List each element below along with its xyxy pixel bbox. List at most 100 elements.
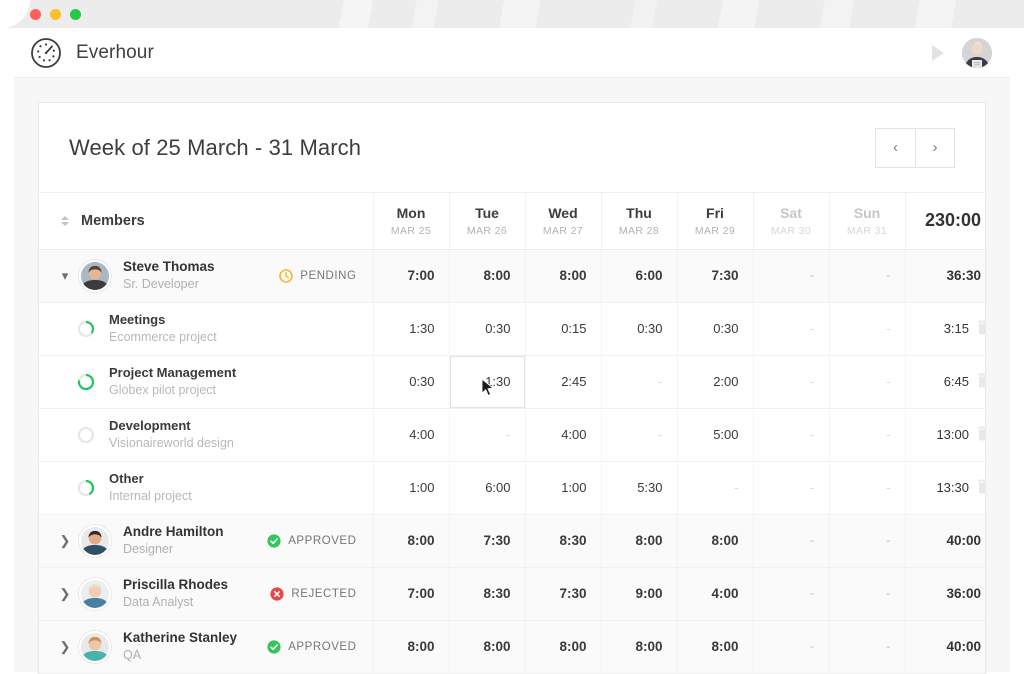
previous-week-button[interactable]: ‹ [875, 127, 915, 168]
time-cell[interactable]: - [828, 514, 905, 568]
time-cell[interactable]: 4:00 [524, 408, 601, 462]
time-cell[interactable]: - [676, 461, 753, 515]
time-cell[interactable]: 7:30 [676, 249, 753, 303]
time-cell[interactable]: 5:00 [676, 408, 753, 462]
time-cell[interactable]: - [828, 620, 905, 674]
time-value: 7:30 [711, 268, 739, 283]
time-cell[interactable]: - [828, 249, 905, 303]
status-badge[interactable]: APPROVED [267, 533, 356, 548]
time-cell[interactable]: 1:00 [372, 461, 449, 515]
brand-logo[interactable]: Everhour [30, 37, 154, 69]
time-cell[interactable]: 2:00 [676, 355, 753, 409]
time-cell[interactable]: 0:30 [372, 355, 449, 409]
task-row[interactable]: Other Internal project 1:00 6:00 1:00 5:30 - - -… [39, 461, 985, 515]
status-badge[interactable]: REJECTED [270, 586, 356, 601]
time-cell[interactable]: 8:00 [448, 620, 525, 674]
member-row[interactable]: ▾ Steve Thomas Sr. Developer PENDING 7:00 8:0… [39, 249, 985, 303]
time-cell[interactable]: 4:00 [372, 408, 449, 462]
time-cell[interactable]: 6:00 [448, 461, 525, 515]
time-cell[interactable]: 0:30 [448, 302, 525, 356]
task-row[interactable]: Meetings Ecommerce project 1:30 0:30 0:15 0:3… [39, 302, 985, 356]
maximize-window-button[interactable] [70, 9, 81, 20]
avatar[interactable] [79, 630, 111, 663]
avatar[interactable] [79, 259, 111, 292]
time-cell[interactable]: - [752, 249, 829, 303]
time-cell[interactable]: - [752, 461, 829, 515]
expand-toggle[interactable]: ▾ [55, 268, 75, 284]
time-cell[interactable]: 8:30 [448, 567, 525, 621]
expand-toggle[interactable]: ❯ [55, 586, 75, 602]
time-cell[interactable]: - [828, 355, 905, 409]
time-cell[interactable]: - [752, 302, 829, 356]
status-badge[interactable]: APPROVED [267, 639, 356, 654]
time-value: - [734, 480, 739, 495]
time-value: 8:30 [559, 533, 587, 548]
time-cell[interactable]: 8:00 [600, 620, 677, 674]
time-cell[interactable]: 8:30 [524, 514, 601, 568]
time-value: 5:30 [637, 480, 663, 495]
time-cell[interactable]: 8:00 [448, 249, 525, 303]
time-cell[interactable]: 8:00 [676, 514, 753, 568]
time-cell[interactable]: - [752, 567, 829, 621]
play-triangle-icon[interactable] [932, 44, 944, 61]
time-cell[interactable]: 7:30 [448, 514, 525, 568]
time-cell[interactable]: 8:00 [372, 514, 449, 568]
card-header: Week of 25 March - 31 March ‹ › [39, 103, 985, 193]
members-column-header[interactable]: Members [39, 193, 373, 250]
time-value: 8:00 [483, 639, 511, 654]
time-cell[interactable]: - [752, 355, 829, 409]
time-cell[interactable]: 8:00 [372, 620, 449, 674]
minimize-window-button[interactable] [50, 9, 61, 20]
time-cell[interactable]: - [600, 355, 677, 409]
avatar[interactable] [962, 37, 992, 68]
time-cell[interactable]: 0:30 [676, 302, 753, 356]
task-row[interactable]: Development Visionaireworld design 4:00 - 4:… [39, 408, 985, 462]
time-cell[interactable]: 0:30 [600, 302, 677, 356]
time-cell[interactable]: 2:45 [524, 355, 601, 409]
member-row[interactable]: ❯ Priscilla Rhodes Data Analyst REJECTED 7:0… [39, 567, 985, 621]
time-cell[interactable]: - [752, 408, 829, 462]
next-week-button[interactable]: › [915, 127, 955, 168]
time-cell[interactable]: 7:00 [372, 249, 449, 303]
time-cell[interactable]: - [828, 408, 905, 462]
time-cell[interactable]: 6:00 [600, 249, 677, 303]
time-cell[interactable]: - [600, 408, 677, 462]
time-cell[interactable]: 5:30 [600, 461, 677, 515]
time-cell[interactable]: - [828, 302, 905, 356]
time-cell[interactable]: 1:00 [524, 461, 601, 515]
trash-icon[interactable] [978, 373, 985, 387]
time-cell[interactable]: - [752, 514, 829, 568]
trash-icon[interactable] [978, 320, 985, 334]
expand-toggle[interactable]: ❯ [55, 533, 75, 549]
sort-updown-icon[interactable] [61, 215, 69, 226]
close-window-button[interactable] [30, 9, 41, 20]
member-row[interactable]: ❯ Katherine Stanley QA APPROVED 8:00 8:00 8:00… [39, 620, 985, 674]
task-row[interactable]: Project Management Globex pilot project 0:… [39, 355, 985, 409]
check-circle-icon [267, 533, 281, 548]
time-cell[interactable]: 1:30 [372, 302, 449, 356]
member-row[interactable]: ❯ Andre Hamilton Designer APPROVED 8:00 7:30 8… [39, 514, 985, 568]
time-cell[interactable]: 0:15 [524, 302, 601, 356]
time-cell[interactable]: 8:00 [524, 620, 601, 674]
time-cell[interactable]: 9:00 [600, 567, 677, 621]
time-cell[interactable]: 7:00 [372, 567, 449, 621]
expand-toggle[interactable]: ❯ [55, 639, 75, 655]
page-body: Week of 25 March - 31 March ‹ › Members … [14, 78, 1010, 674]
avatar[interactable] [79, 524, 111, 557]
trash-icon[interactable] [978, 479, 985, 493]
time-cell[interactable]: 4:00 [676, 567, 753, 621]
trash-icon[interactable] [978, 426, 985, 440]
time-value: - [810, 533, 815, 548]
time-cell[interactable]: 8:00 [600, 514, 677, 568]
time-cell[interactable]: 8:00 [524, 249, 601, 303]
time-cell[interactable]: 1:30 [448, 355, 525, 409]
status-label: PENDING [300, 269, 357, 282]
time-cell[interactable]: - [828, 461, 905, 515]
status-badge[interactable]: PENDING [279, 268, 357, 283]
time-cell[interactable]: 7:30 [524, 567, 601, 621]
time-cell[interactable]: 8:00 [676, 620, 753, 674]
time-cell[interactable]: - [828, 567, 905, 621]
time-cell[interactable]: - [448, 408, 525, 462]
time-cell[interactable]: - [752, 620, 829, 674]
avatar[interactable] [79, 577, 111, 610]
